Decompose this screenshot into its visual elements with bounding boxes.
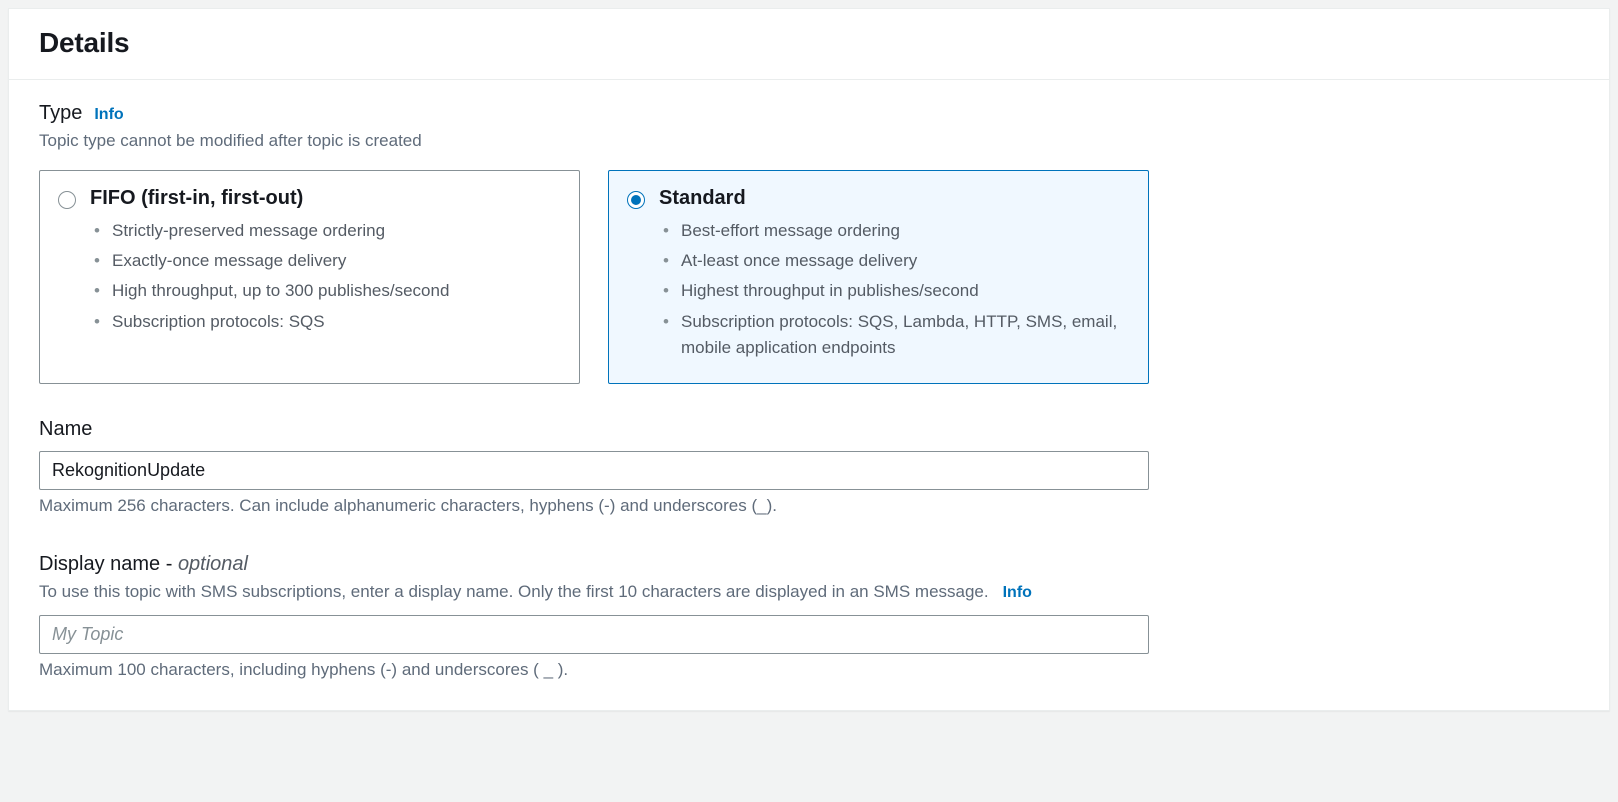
type-section: Type Info Topic type cannot be modified … <box>39 102 1579 384</box>
name-section: Name Maximum 256 characters. Can include… <box>39 418 1149 519</box>
display-name-label-secondary: optional <box>178 553 248 575</box>
type-label: Type <box>39 102 82 125</box>
display-name-description: To use this topic with SMS subscriptions… <box>39 580 989 605</box>
display-name-input[interactable] <box>39 615 1149 654</box>
list-item: At-least once message delivery <box>681 248 1130 274</box>
radio-icon <box>627 191 645 209</box>
list-item: Best-effort message ordering <box>681 218 1130 244</box>
list-item: High throughput, up to 300 publishes/sec… <box>112 278 561 304</box>
list-item: Subscription protocols: SQS, Lambda, HTT… <box>681 309 1130 362</box>
panel-header: Details <box>9 9 1609 80</box>
display-name-label-main: Display name - <box>39 553 178 575</box>
radio-icon <box>58 191 76 209</box>
display-name-hint: Maximum 100 characters, including hyphen… <box>39 658 1149 683</box>
type-option-standard-title: Standard <box>659 187 1130 210</box>
type-option-fifo-title: FIFO (first-in, first-out) <box>90 187 561 210</box>
panel-title: Details <box>39 27 1579 59</box>
type-option-standard[interactable]: Standard Best-effort message ordering At… <box>608 170 1149 385</box>
type-option-standard-bullets: Best-effort message ordering At-least on… <box>659 218 1130 362</box>
list-item: Highest throughput in publishes/second <box>681 278 1130 304</box>
name-input[interactable] <box>39 451 1149 490</box>
details-panel: Details Type Info Topic type cannot be m… <box>8 8 1610 711</box>
type-info-link[interactable]: Info <box>94 106 123 124</box>
type-tiles: FIFO (first-in, first-out) Strictly-pres… <box>39 170 1149 385</box>
list-item: Strictly-preserved message ordering <box>112 218 561 244</box>
display-name-label: Display name - optional <box>39 553 1149 576</box>
type-option-fifo[interactable]: FIFO (first-in, first-out) Strictly-pres… <box>39 170 580 385</box>
display-name-section: Display name - optional To use this topi… <box>39 553 1149 682</box>
list-item: Subscription protocols: SQS <box>112 309 561 335</box>
name-hint: Maximum 256 characters. Can include alph… <box>39 494 1149 519</box>
list-item: Exactly-once message delivery <box>112 248 561 274</box>
type-hint: Topic type cannot be modified after topi… <box>39 129 1579 154</box>
name-label: Name <box>39 418 1149 441</box>
type-option-fifo-bullets: Strictly-preserved message ordering Exac… <box>90 218 561 335</box>
display-name-info-link[interactable]: Info <box>1003 584 1032 602</box>
